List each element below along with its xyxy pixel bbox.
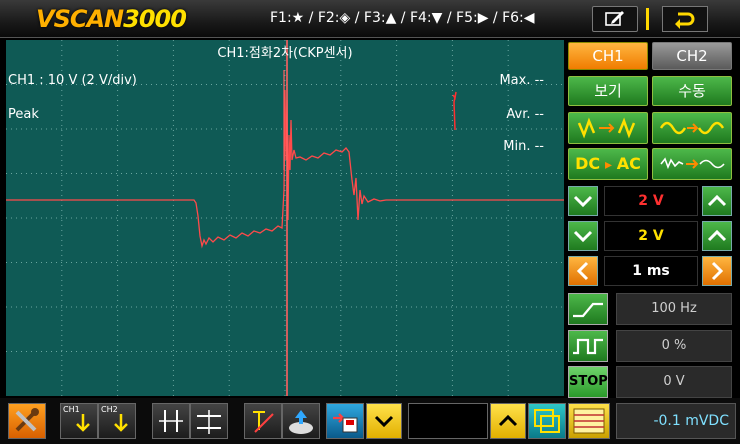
min-label: Min. -- (503, 139, 544, 154)
timebase-increase-button[interactable] (702, 256, 732, 286)
data-list-button[interactable] (568, 403, 610, 439)
noise-filter-button[interactable] (652, 148, 732, 180)
max-label: Max. -- (499, 73, 544, 88)
timebase-decrease-button[interactable] (568, 256, 598, 286)
file-name-field (408, 403, 488, 439)
duty-cycle-value: 0 % (616, 330, 732, 362)
chevron-up-icon (707, 194, 727, 207)
peak-marker (452, 91, 457, 131)
ch2-volt-value: 2 V (604, 221, 698, 251)
tools-button[interactable] (8, 403, 46, 439)
chevron-left-icon (576, 261, 589, 281)
logo-text: SCAN (53, 5, 125, 33)
chevron-up-icon (707, 229, 727, 242)
pulse-mode-button[interactable] (568, 330, 608, 362)
waveform-invert-button[interactable] (568, 112, 648, 144)
dc-voltage-readout: -0.1 mVDC (616, 403, 736, 439)
edit-icon (605, 11, 624, 26)
channel-voltage-scale: CH1 : 10 V (2 V/div) (8, 73, 137, 88)
top-bar: VSCAN3000 F1:★ / F2:◈ / F3:▲ / F4:▼ / F5… (0, 0, 740, 38)
save-file-icon (333, 413, 358, 433)
scroll-down-button[interactable] (366, 403, 402, 439)
edit-button[interactable] (592, 6, 638, 32)
chevron-right-icon (711, 261, 724, 281)
tools-icon (15, 408, 39, 432)
ch1-waveform-trace (6, 89, 564, 249)
ch2-button[interactable]: CH2 (652, 42, 732, 70)
avr-label: Avr. -- (506, 107, 544, 122)
waveform-display (6, 40, 564, 396)
channel-title: CH1:점화2차(CKP센서) (217, 46, 353, 61)
chevron-down-icon (573, 195, 593, 208)
logo-v: V (36, 5, 55, 33)
waveform-filter-button[interactable] (652, 112, 732, 144)
chevron-down-icon (573, 230, 593, 243)
logo-number: 3000 (123, 5, 187, 33)
ch2-volt-down-button[interactable] (568, 221, 598, 251)
cursor-horizontal-button[interactable] (190, 403, 228, 439)
ch1-trigger-button[interactable]: CH1 (60, 403, 98, 439)
upload-disk-icon (289, 410, 313, 434)
save-file-button[interactable] (326, 403, 364, 439)
ch2-trigger-button[interactable]: CH2 (98, 403, 136, 439)
cursor-vertical-button[interactable] (152, 403, 190, 439)
chevron-up-icon (498, 414, 518, 427)
function-key-legend: F1:★ / F2:◈ / F3:▲ / F4:▼ / F5:▶ / F6:◀ (270, 10, 535, 26)
vscan-logo: VSCAN3000 (36, 5, 187, 33)
return-icon (675, 12, 695, 29)
arrow-right-icon: ▸ (604, 157, 612, 173)
scroll-up-button[interactable] (490, 403, 526, 439)
square-pulse-icon (573, 338, 603, 355)
trigger-frequency: 100 Hz (616, 293, 732, 325)
view-button[interactable]: 보기 (568, 76, 648, 106)
window-mode-button[interactable] (528, 403, 566, 439)
rising-edge-icon (573, 302, 603, 318)
return-button[interactable] (662, 6, 708, 32)
window-overlay-icon (534, 409, 560, 433)
trigger-slope-icon (253, 411, 274, 433)
ch1-button[interactable]: CH1 (568, 42, 648, 70)
toolbar-separator (646, 8, 649, 30)
ch2-volt-up-button[interactable] (702, 221, 732, 251)
chevron-down-icon (374, 415, 394, 428)
sine-swap-icon (659, 121, 725, 135)
waveform-swap-icon (577, 117, 636, 139)
ac-label: AC (616, 154, 641, 173)
oscilloscope-screen[interactable]: CH1:점화2차(CKP센서) CH1 : 10 V (2 V/div) Pea… (6, 40, 564, 396)
acquisition-mode: Peak (8, 107, 39, 122)
stop-button[interactable]: STOP (568, 366, 608, 398)
trigger-edge-button[interactable] (568, 293, 608, 325)
data-table-icon (573, 408, 605, 434)
timebase-value: 1 ms (604, 256, 698, 286)
manual-button[interactable]: 수동 (652, 76, 732, 106)
trigger-level-value: 0 V (616, 366, 732, 398)
horizontal-cursor-icon (197, 410, 221, 434)
save-load-button[interactable] (282, 403, 320, 439)
ch1-volt-value: 2 V (604, 186, 698, 216)
ch1-trigger-label: CH1 (63, 405, 80, 414)
dc-label: DC (575, 154, 601, 173)
vertical-cursor-icon (159, 410, 183, 432)
noise-wave-icon (660, 157, 725, 170)
ch2-trigger-label: CH2 (101, 405, 118, 414)
ch1-volt-down-button[interactable] (568, 186, 598, 216)
ch1-volt-up-button[interactable] (702, 186, 732, 216)
trigger-point-button[interactable] (244, 403, 282, 439)
dc-ac-coupling-button[interactable]: DC ▸ AC (568, 148, 648, 180)
